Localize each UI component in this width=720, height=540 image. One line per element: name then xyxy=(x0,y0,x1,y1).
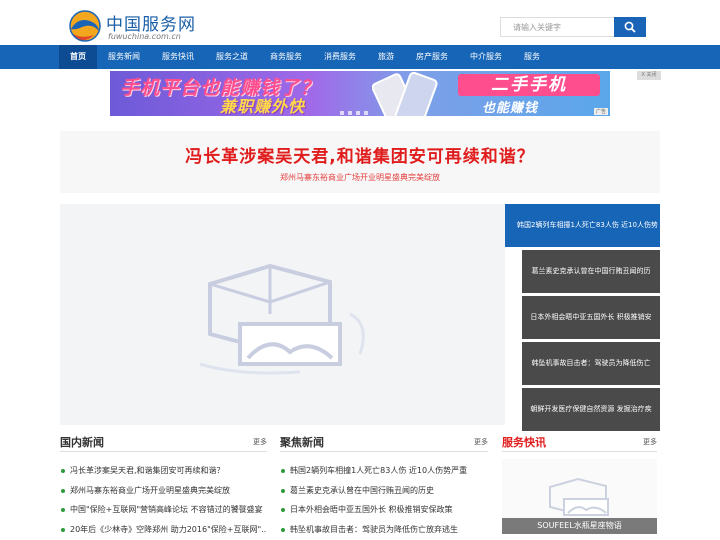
placeholder-image-icon xyxy=(200,263,365,375)
list-item[interactable]: 葛兰素史克承认曾在中国行贿丑闻的历史 xyxy=(280,481,488,501)
nav-item-service-news[interactable]: 服务新闻 xyxy=(97,45,151,69)
placeholder-image-icon xyxy=(549,477,609,516)
domestic-news-more-link[interactable]: 更多 xyxy=(253,437,267,447)
slider-thumbnail-list: 韩国2辆列车相撞1人死亡83人伤 近10人伤势 葛兰素史克承认曾在中国行贿丑闻的… xyxy=(505,204,660,431)
focus-news-title: 聚焦新闻 xyxy=(280,436,324,449)
quick-news-column: 服务快讯 更多 SOUFEEL水瓶星座物语 xyxy=(502,434,657,534)
slider-thumb-5[interactable]: 朝鲜开发医疗保健自然资源 发掘治疗疾 xyxy=(522,388,660,431)
ad-carousel-dots xyxy=(340,111,368,115)
nav-item-service[interactable]: 服务 xyxy=(513,45,551,69)
search-button[interactable] xyxy=(614,17,646,37)
nav-item-consumer[interactable]: 消费服务 xyxy=(313,45,367,69)
domestic-news-title: 国内新闻 xyxy=(60,436,104,449)
phone-illustration-icon xyxy=(372,71,438,116)
nav-item-business[interactable]: 商务服务 xyxy=(259,45,313,69)
list-item[interactable]: 中国"保险+互联网"营销高峰论坛 不容错过的饕餮盛宴 xyxy=(60,500,267,520)
list-item[interactable]: 日本外相会晤中亚五国外长 积极推销安保政策 xyxy=(280,500,488,520)
focus-news-more-link[interactable]: 更多 xyxy=(474,437,488,447)
search-bar xyxy=(500,17,646,37)
quick-news-title: 服务快讯 xyxy=(502,436,546,449)
main-nav: 首页 服务新闻 服务快讯 服务之道 商务服务 消费服务 旅游 房产服务 中介服务… xyxy=(0,45,720,69)
ad-right-2: 也能赚钱 xyxy=(482,101,539,116)
list-item[interactable]: 冯长革涉案吴天君,和谐集团安可再续和谐？ xyxy=(60,461,267,481)
slider-thumb-1[interactable]: 韩国2辆列车相撞1人死亡83人伤 近10人伤势 xyxy=(505,204,660,247)
ad-tag: 广告 xyxy=(593,108,608,115)
quick-news-caption[interactable]: SOUFEEL水瓶星座物语 xyxy=(502,518,657,534)
list-item[interactable]: 郑州马寨东裕商业广场开业明星盛典完美绽放 xyxy=(60,481,267,501)
ad-line-2: 兼职赚外快 xyxy=(220,97,306,116)
quick-news-more-link[interactable]: 更多 xyxy=(643,437,657,447)
list-item[interactable]: 韩国2辆列车相撞1人死亡83人伤 近10人伤势严重 xyxy=(280,461,488,481)
site-subtitle: fuwuchina.com.cn xyxy=(108,32,181,41)
list-item[interactable]: 20年后《少林寺》空降郑州 助力2016"保险+互联网"... xyxy=(60,520,267,540)
search-icon xyxy=(624,21,636,33)
headline-subtitle[interactable]: 郑州马寨东裕商业广场开业明星盛典完美绽放 xyxy=(60,172,660,183)
slider-thumb-3[interactable]: 日本外相会晤中亚五国外长 积极推销安 xyxy=(522,296,660,339)
headline-block: 冯长革涉案吴天君,和谐集团安可再续和谐？ 郑州马寨东裕商业广场开业明星盛典完美绽… xyxy=(60,131,660,193)
site-logo[interactable]: 中国服务网 fuwuchina.com.cn xyxy=(68,9,198,42)
search-input[interactable] xyxy=(500,17,614,37)
ad-banner[interactable]: 手机平台也能赚钱了？ 兼职赚外快 二手手机 也能赚钱 广告 xyxy=(110,71,610,116)
nav-item-service-flash[interactable]: 服务快讯 xyxy=(151,45,205,69)
headline-title[interactable]: 冯长革涉案吴天君,和谐集团安可再续和谐？ xyxy=(60,142,660,167)
list-item[interactable]: 韩坠机事故目击者：驾驶员为降低伤亡放弃逃生 xyxy=(280,520,488,540)
nav-item-service-way[interactable]: 服务之道 xyxy=(205,45,259,69)
nav-item-agency[interactable]: 中介服务 xyxy=(459,45,513,69)
nav-item-realestate[interactable]: 房产服务 xyxy=(405,45,459,69)
slider-thumb-2[interactable]: 葛兰素史克承认曾在中国行贿丑闻的历 xyxy=(522,250,660,293)
slider-thumb-4[interactable]: 韩坠机事故目击者：驾驶员为降低伤亡 xyxy=(522,342,660,385)
nav-item-travel[interactable]: 旅游 xyxy=(367,45,405,69)
focus-news-column: 聚焦新闻 更多 韩国2辆列车相撞1人死亡83人伤 近10人伤势严重 葛兰素史克承… xyxy=(280,434,488,539)
ad-right-1: 二手手机 xyxy=(458,74,600,96)
ad-close-button[interactable]: X 关闭 xyxy=(637,71,661,80)
logo-globe-icon xyxy=(69,10,101,42)
nav-item-home[interactable]: 首页 xyxy=(59,45,97,69)
domestic-news-column: 国内新闻 更多 冯长革涉案吴天君,和谐集团安可再续和谐？ 郑州马寨东裕商业广场开… xyxy=(60,434,267,539)
news-slider[interactable] xyxy=(60,204,505,425)
